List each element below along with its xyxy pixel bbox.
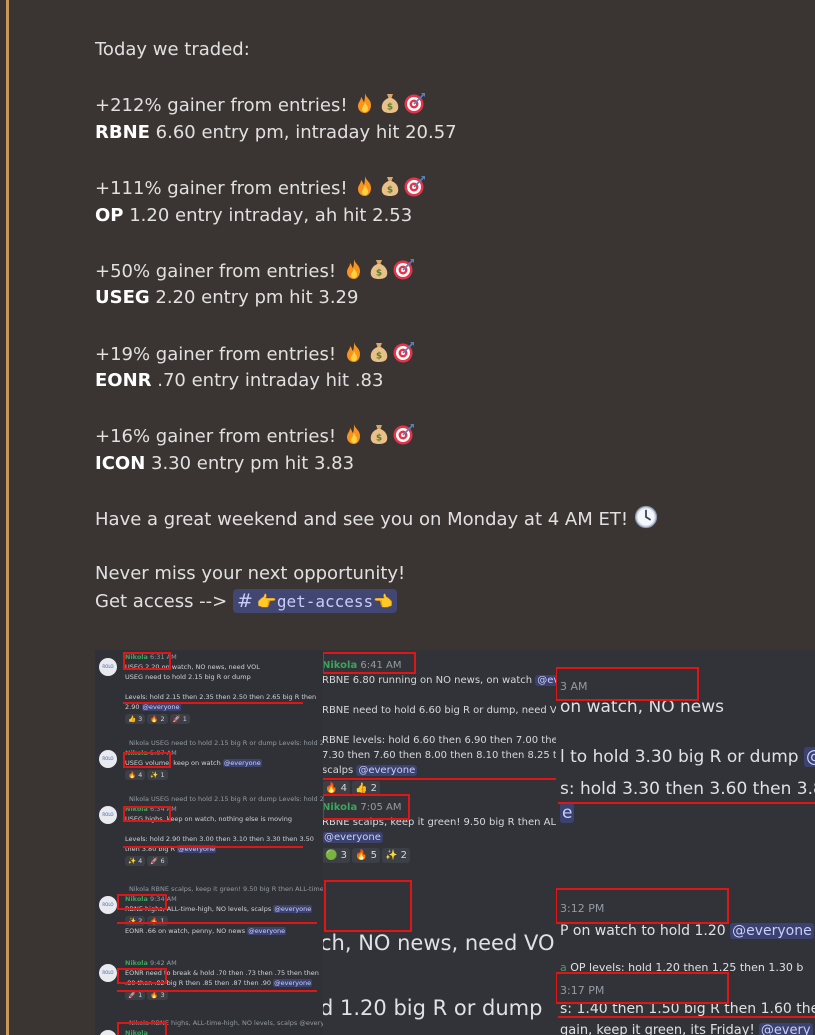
trade-detail-text: 6.60 entry pm, intraday hit 20.57 — [149, 121, 457, 143]
embed-accent-bar — [6, 0, 9, 1035]
fire-icon — [342, 257, 366, 281]
mention[interactable]: @every — [758, 1023, 813, 1035]
svg-text:$: $ — [387, 103, 393, 113]
trade-detail: ICON 3.30 entry pm hit 3.83 — [95, 450, 795, 478]
message: Nikola 6:41 AM RBNE 6.80 running on NO ne… — [322, 658, 556, 796]
mini-message: Nikola USEG need to hold 2.15 big R or d… — [125, 795, 323, 866]
trade-headline-text: +16% gainer from entries! — [95, 426, 342, 448]
trade-detail: EONR .70 entry intraday hit .83 — [95, 367, 795, 395]
trade-headline-text: +50% gainer from entries! — [95, 260, 342, 282]
money-bag-icon: $ — [367, 257, 391, 281]
svg-text:$: $ — [376, 351, 382, 361]
channel-name: get-access — [276, 591, 374, 611]
trade-headline: +212% gainer from entries! $ — [95, 91, 795, 119]
mention[interactable]: @everyone — [730, 923, 814, 939]
pointing-left-icon: 👈 — [373, 591, 394, 611]
target-icon — [403, 174, 427, 198]
screenshot-middle: Nikola 6:41 AM RBNE 6.80 running on NO ne… — [320, 650, 556, 1035]
fire-icon — [342, 422, 366, 446]
trade-headline: +111% gainer from entries! $ — [95, 174, 795, 202]
message-line: gain, keep it green, its Friday! @every — [560, 1018, 813, 1035]
trade-headline: +16% gainer from entries! $ — [95, 422, 795, 450]
intro-text: Today we traded: — [95, 39, 250, 60]
trade-detail-text: 1.20 entry intraday, ah hit 2.53 — [123, 204, 413, 226]
target-icon — [392, 340, 416, 364]
trade-detail-text: .70 entry intraday hit .83 — [151, 370, 384, 392]
get-access-prefix: Get access --> — [95, 590, 228, 612]
target-icon — [392, 257, 416, 281]
mention[interactable]: e — [560, 803, 575, 823]
clock-icon — [634, 505, 658, 529]
ticker: RBNE — [95, 121, 150, 143]
announcement-message: Today we traded: +212% gainer from entri… — [95, 36, 795, 615]
trade-detail-text: 3.30 entry pm hit 3.83 — [145, 452, 355, 474]
fire-icon — [353, 91, 377, 115]
screenshot-left: Nikola 6:31 AM USEG 2.20 on watch, NO new… — [95, 650, 323, 1035]
avatar: ROLO — [99, 806, 117, 824]
svg-text:$: $ — [376, 434, 382, 444]
svg-text:$: $ — [376, 268, 382, 278]
screenshot-collage: 3 AM on watch, NO news l to hold 3.30 bi… — [95, 648, 815, 1035]
ticker: OP — [95, 204, 124, 226]
fire-icon — [342, 340, 366, 364]
trade-headline-text: +19% gainer from entries! — [95, 343, 342, 365]
discord-message-page: Today we traded: +212% gainer from entri… — [0, 0, 815, 1035]
target-icon — [392, 422, 416, 446]
ticker: USEG — [95, 287, 150, 309]
weekend-label: Have a great weekend and see you on Mond… — [95, 509, 629, 531]
trade-headline: +50% gainer from entries! $ — [95, 257, 795, 285]
message-line: l to hold 3.30 big R or dump @ — [560, 744, 815, 770]
svg-text:$: $ — [387, 185, 393, 195]
money-bag-icon: $ — [367, 422, 391, 446]
hash-icon: # — [236, 589, 253, 612]
mini-message: Nikola RBNE scalps, keep it green! 9.50 … — [125, 885, 323, 935]
money-bag-icon: $ — [378, 174, 402, 198]
trade-detail-text: 2.20 entry pm hit 3.29 — [149, 287, 359, 309]
message-line: d 1.20 big R or dump — [320, 996, 543, 1020]
never-miss-text: Never miss your next opportunity! — [95, 563, 406, 585]
trade-headline: +19% gainer from entries! $ — [95, 340, 795, 368]
avatar: ROLO — [99, 750, 117, 768]
trade-detail: OP 1.20 entry intraday, ah hit 2.53 — [95, 202, 795, 230]
trade-detail: USEG 2.20 entry pm hit 3.29 — [95, 284, 795, 312]
ticker: EONR — [95, 370, 152, 392]
message-line: s: hold 3.30 then 3.60 then 3.8 — [560, 779, 815, 799]
avatar: ROLO — [99, 658, 117, 676]
get-access-channel-link[interactable]: # 👉get-access👈 — [232, 588, 398, 613]
weekend-text: Have a great weekend and see you on Mond… — [95, 505, 795, 533]
ticker: ICON — [95, 452, 146, 474]
avatar: ROLO — [99, 964, 117, 982]
trade-headline-text: +212% gainer from entries! — [95, 95, 354, 117]
avatar: ROLO — [99, 896, 117, 914]
trade-detail: RBNE 6.60 entry pm, intraday hit 20.57 — [95, 119, 795, 147]
fire-icon — [353, 174, 377, 198]
get-access-line: Get access --> # 👉get-access👈 — [95, 588, 795, 616]
pointing-right-icon: 👉 — [256, 591, 277, 611]
message-line: ch, NO news, need VOL — [320, 931, 556, 955]
mention[interactable]: @ — [804, 747, 815, 767]
money-bag-icon: $ — [378, 91, 402, 115]
trade-headline-text: +111% gainer from entries! — [95, 177, 354, 199]
money-bag-icon: $ — [367, 340, 391, 364]
target-icon — [403, 91, 427, 115]
